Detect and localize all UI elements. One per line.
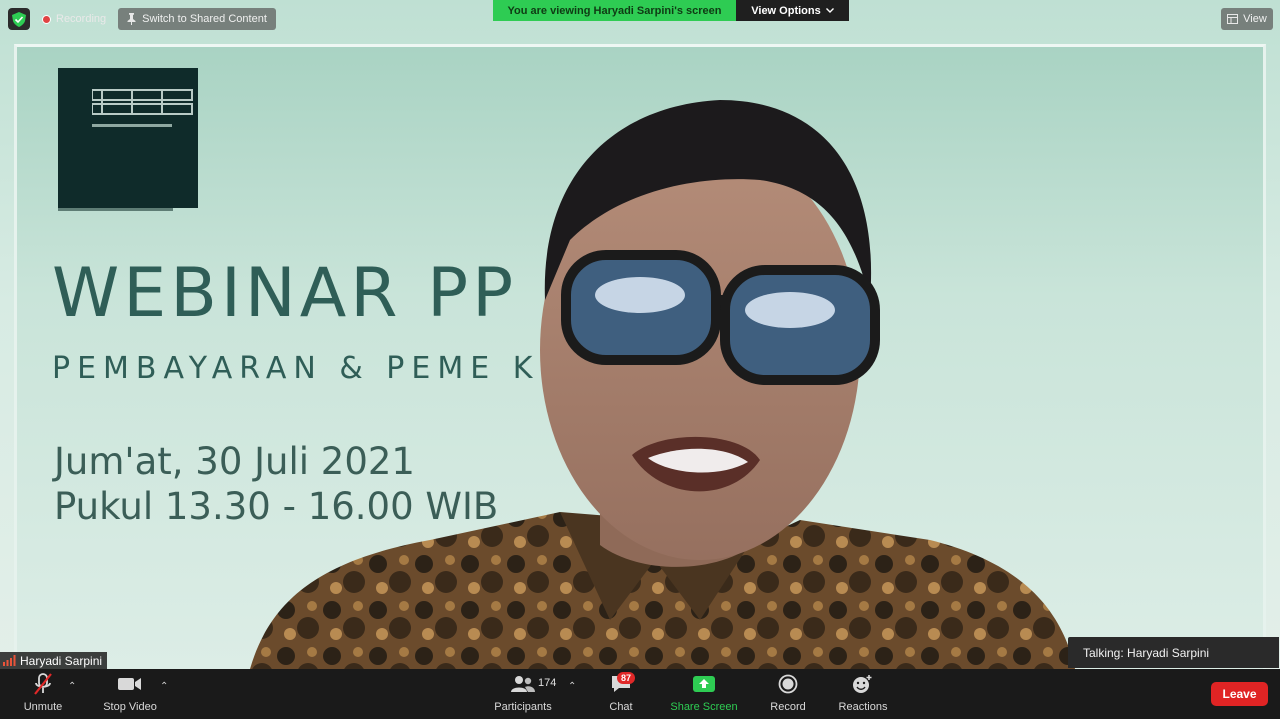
audio-options-caret[interactable]: ⌃ (68, 681, 76, 692)
viewing-text: You are viewing Haryadi Sarpini's screen (493, 0, 736, 21)
video-options-caret[interactable]: ⌃ (160, 681, 168, 692)
share-screen-label: Share Screen (670, 701, 738, 713)
participants-options-caret[interactable]: ⌃ (568, 681, 576, 692)
view-options-label: View Options (751, 4, 821, 17)
recording-label: Recording (56, 13, 107, 25)
participants-count: 174 (538, 677, 557, 689)
muted-microphone-icon (32, 669, 54, 699)
share-screen-icon (693, 669, 715, 699)
view-layout-button[interactable]: View (1221, 8, 1273, 30)
leave-meeting-button[interactable]: Leave (1211, 682, 1268, 706)
chevron-down-icon (825, 8, 834, 13)
unmute-label: Unmute (23, 701, 63, 713)
viewing-banner: You are viewing Haryadi Sarpini's screen… (493, 0, 849, 21)
chat-label: Chat (609, 701, 633, 713)
meeting-toolbar: Unmute ⌃ Stop Video ⌃ Participants 174 ⌃… (0, 669, 1280, 719)
participant-name: Haryadi Sarpini (20, 653, 103, 668)
reactions-label: Reactions (838, 701, 888, 713)
smiley-face-icon (852, 669, 874, 699)
video-stage: WEBINAR PP PEMBAYARAN & PEME K EKSPOR Ju… (0, 0, 1280, 669)
stop-video-label: Stop Video (103, 701, 157, 713)
share-screen-button[interactable]: Share Screen (670, 669, 738, 719)
record-icon (778, 669, 798, 699)
view-label: View (1243, 13, 1267, 25)
participants-icon (510, 669, 536, 699)
top-left-controls: Recording Switch to Shared Content (8, 8, 276, 30)
security-shield-icon[interactable] (8, 8, 30, 30)
unmute-button[interactable]: Unmute (18, 669, 68, 719)
recording-indicator: Recording (38, 13, 110, 25)
record-dot-icon (42, 14, 51, 24)
grid-view-icon (1227, 14, 1239, 24)
speaker-video (250, 100, 1075, 669)
pin-icon (127, 13, 136, 25)
record-label: Record (770, 701, 806, 713)
switch-label: Switch to Shared Content (142, 13, 267, 25)
switch-to-shared-content-button[interactable]: Switch to Shared Content (118, 8, 276, 30)
video-camera-icon (118, 669, 142, 699)
audio-signal-icon (3, 655, 16, 666)
participants-label: Participants (494, 701, 552, 713)
participant-name-tag: Haryadi Sarpini (0, 652, 108, 669)
chat-unread-badge: 87 (617, 672, 636, 684)
stop-video-button[interactable]: Stop Video (98, 669, 162, 719)
reactions-button[interactable]: Reactions (836, 669, 890, 719)
talking-indicator: Talking: Haryadi Sarpini (1068, 637, 1279, 668)
chat-button[interactable]: Chat 87 (603, 669, 639, 719)
view-options-button[interactable]: View Options (736, 0, 849, 21)
record-button[interactable]: Record (766, 669, 810, 719)
